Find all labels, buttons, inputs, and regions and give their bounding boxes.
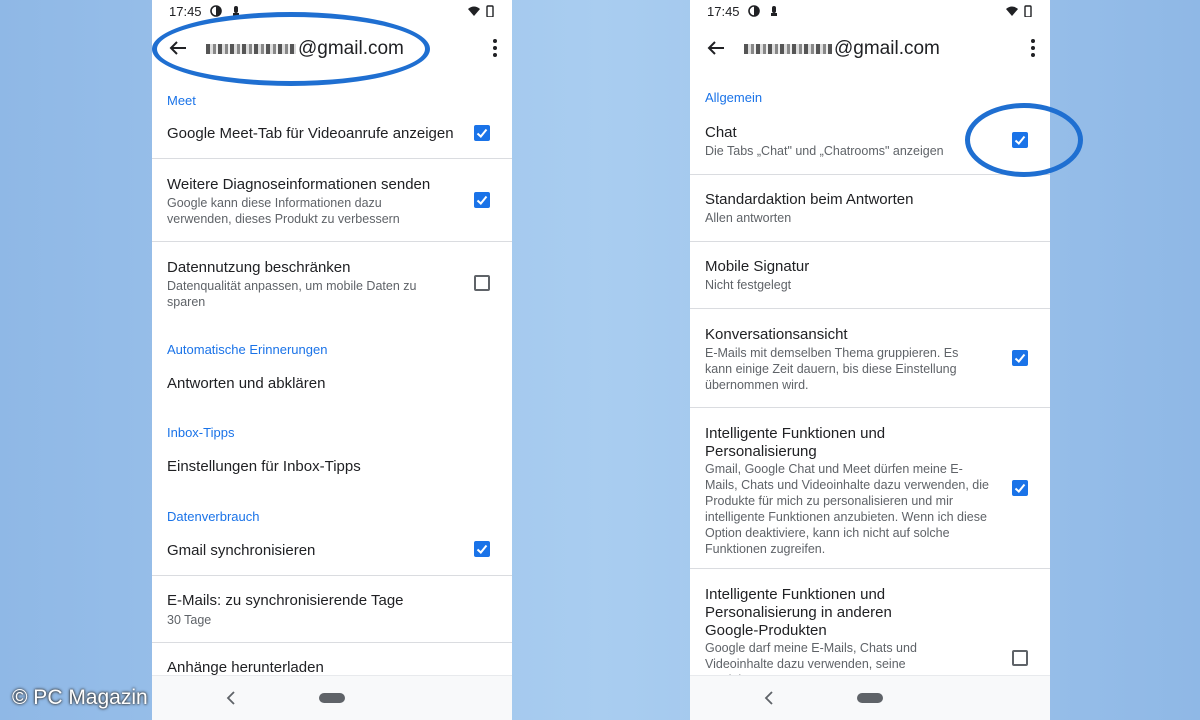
setting-title: Mobile Signatur [705,258,810,275]
nav-back-icon[interactable] [764,691,774,705]
setting-subtitle: 30 Tage [167,613,212,627]
data-saver-icon [210,5,222,17]
setting-subtitle: Gmail, Google Chat und Meet dürfen meine… [705,462,989,556]
status-time: 17:45 [169,4,202,19]
setting-mobile-signature[interactable]: Mobile Signatur Nicht festgelegt [690,242,1050,308]
setting-subtitle: Datenqualität anpassen, um mobile Daten … [167,279,417,309]
setting-smart-features[interactable]: Intelligente Funktionen und Personalisie… [690,408,1050,568]
setting-sync[interactable]: Gmail synchronisieren [152,526,512,574]
highlight-ellipse-account [152,12,430,86]
setting-smart-features-other-products[interactable]: Intelligente Funktionen und Personalisie… [690,569,1050,676]
diagnostics-checkbox[interactable] [474,192,490,208]
wifi-icon [1006,6,1018,16]
setting-data-usage[interactable]: Datennutzung beschränken Datenqualität a… [152,242,512,324]
smart-features-checkbox[interactable] [1012,480,1028,496]
account-email-title: @gmail.com [744,38,940,60]
nav-back-icon[interactable] [226,691,236,705]
setting-title: Antworten und abklären [167,375,326,392]
battery-icon [1024,5,1032,17]
section-inbox-tips: Inbox-Tipps [167,425,235,440]
setting-subtitle: Allen antworten [705,211,792,225]
setting-title: Intelligente Funktionen und Personalisie… [705,586,892,639]
setting-reminders[interactable]: Antworten und abklären [152,362,512,406]
nav-home-pill[interactable] [319,693,345,703]
section-meet: Meet [167,93,196,108]
setting-meet-tab[interactable]: Google Meet-Tab für Videoanrufe anzeigen [152,110,512,158]
conversation-view-checkbox[interactable] [1012,350,1028,366]
setting-subtitle: Google darf meine E-Mails, Chats und Vid… [705,641,917,676]
setting-conversation-view[interactable]: Konversationsansicht E-Mails mit demselb… [690,309,1050,407]
left-phone-screen: 17:45 @gmail.com Meet Google Meet-Tab fü… [152,0,512,720]
section-general: Allgemein [705,90,763,105]
back-arrow-icon[interactable] [704,36,728,60]
watermark: © PC Magazin [12,686,148,709]
setting-sync-days[interactable]: E-Mails: zu synchronisierende Tage 30 Ta… [152,576,512,642]
setting-inbox-tips[interactable]: Einstellungen für Inbox-Tipps [152,445,512,489]
setting-subtitle: Nicht festgelegt [705,278,792,292]
setting-title: Standardaktion beim Antworten [705,191,914,208]
setting-title: Einstellungen für Inbox-Tipps [167,458,361,475]
setting-title: Google Meet-Tab für Videoanrufe anzeigen [167,125,454,142]
wifi-icon [468,6,480,16]
setting-diagnostics[interactable]: Weitere Diagnoseinformationen senden Goo… [152,159,512,241]
section-reminders: Automatische Erinnerungen [167,342,328,357]
redacted-name [744,43,832,54]
setting-title: Konversationsansicht [705,326,848,343]
setting-title: Weitere Diagnoseinformationen senden [167,176,431,193]
more-vert-icon[interactable] [1030,38,1036,58]
nav-home-pill[interactable] [857,693,883,703]
more-vert-icon[interactable] [492,38,498,58]
status-bar: 17:45 [690,0,1050,24]
meet-tab-checkbox[interactable] [474,125,490,141]
nav-bar [152,675,512,720]
section-data-usage: Datenverbrauch [167,509,260,524]
battery-icon [486,5,494,17]
setting-subtitle: Die Tabs „Chat" und „Chatrooms" anzeigen [705,144,944,158]
setting-title: E-Mails: zu synchronisierende Tage [167,592,404,609]
setting-default-reply[interactable]: Standardaktion beim Antworten Allen antw… [690,175,1050,241]
smart-features-other-checkbox[interactable] [1012,650,1028,666]
data-saver-icon [748,5,760,17]
setting-title: Chat [705,124,737,141]
nav-bar [690,675,1050,720]
data-usage-checkbox[interactable] [474,275,490,291]
app-toolbar: @gmail.com [690,24,1050,72]
highlight-ellipse-chat-checkbox [965,103,1083,177]
notification-icon [771,6,777,16]
setting-title: Datennutzung beschränken [167,259,351,276]
setting-subtitle: Google kann diese Informationen dazu ver… [167,196,400,226]
sync-checkbox[interactable] [474,541,490,557]
setting-title: Gmail synchronisieren [167,542,316,559]
setting-title: Intelligente Funktionen und Personalisie… [705,425,886,460]
setting-subtitle: E-Mails mit demselben Thema gruppieren. … [705,346,959,392]
status-time: 17:45 [707,4,740,19]
